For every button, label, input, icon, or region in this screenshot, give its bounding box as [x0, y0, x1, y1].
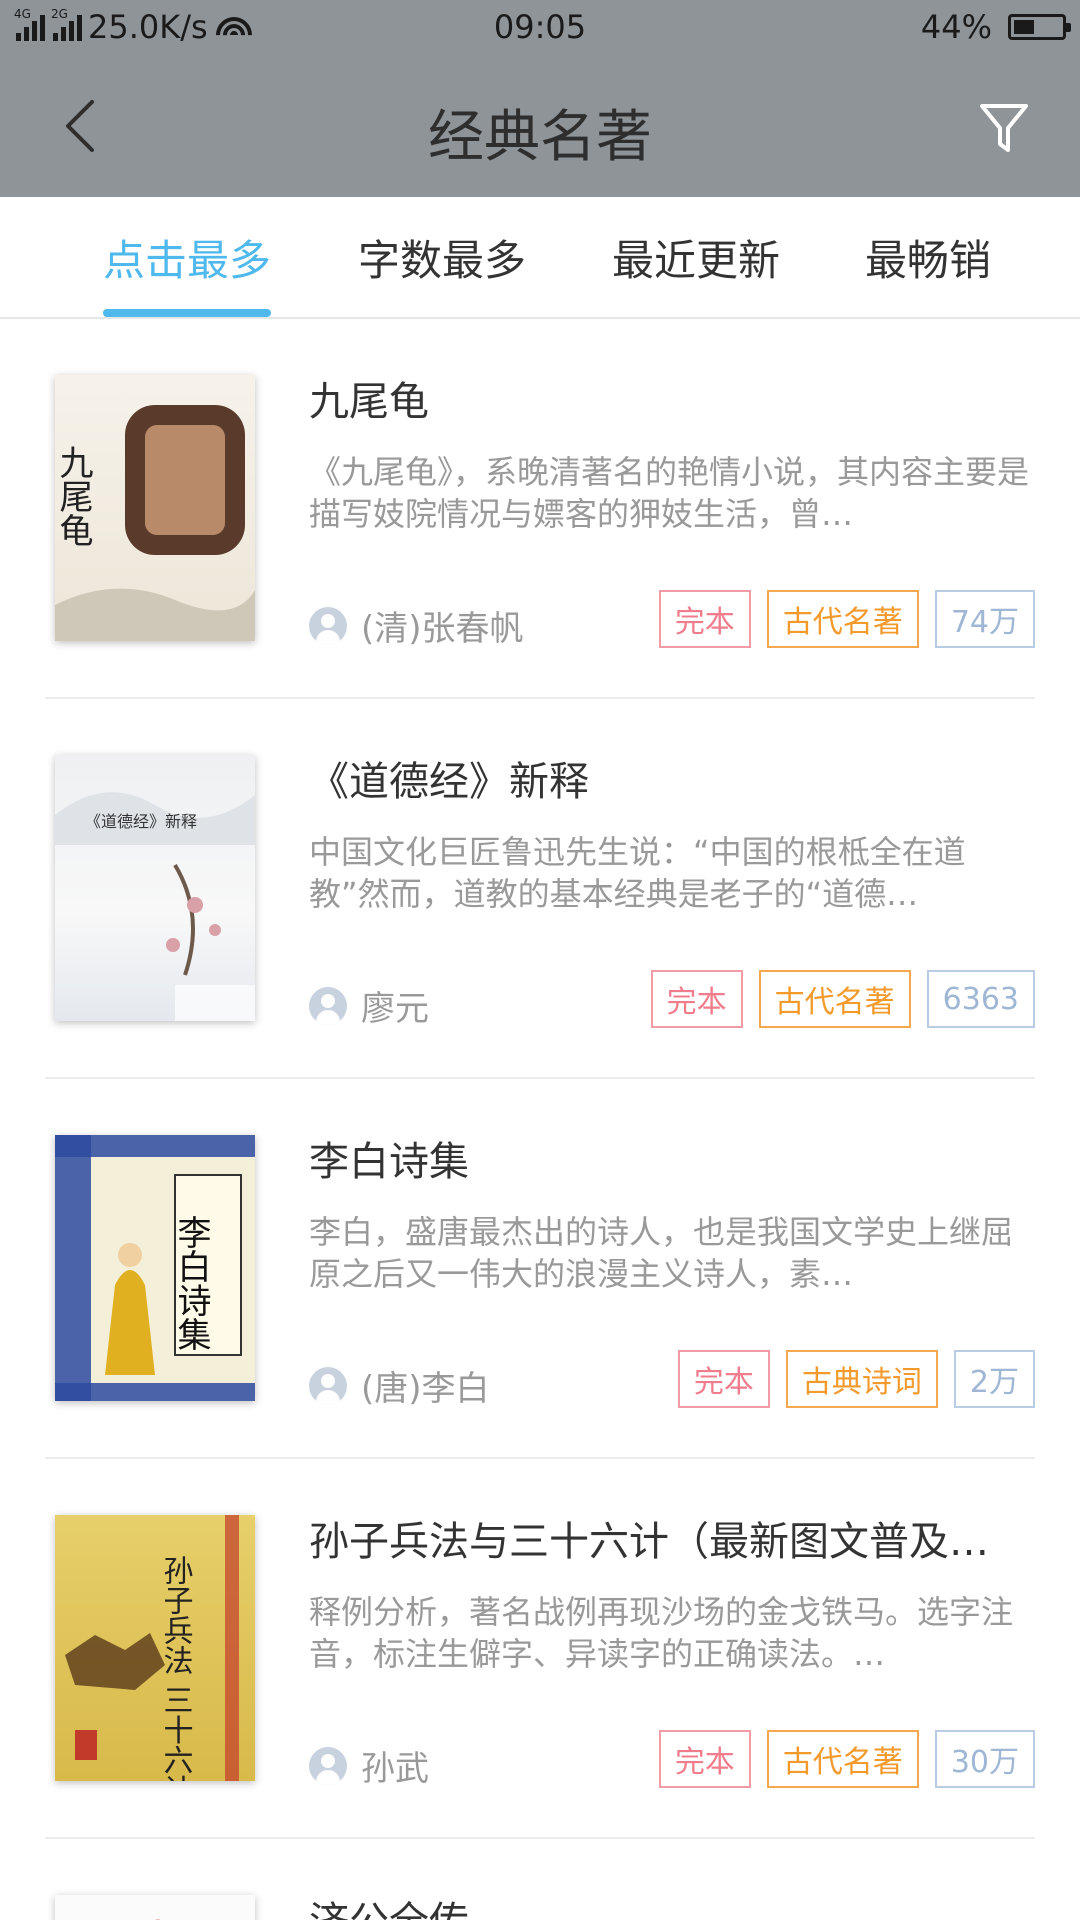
list-item[interactable]: 济公全传 [45, 1839, 1035, 1920]
battery-percent: 44% [920, 8, 992, 46]
book-cover: 孙子兵法 三十六计 [55, 1515, 255, 1781]
filter-icon [980, 104, 1028, 152]
cover-art [156, 1919, 162, 1920]
author-name: (清)张春帆 [361, 609, 524, 649]
book-tags: 完本 古代名著 30万 [658, 1730, 1035, 1788]
book-title: 孙子兵法与三十六计（最新图文普及… [309, 1519, 989, 1565]
page-title: 经典名著 [428, 105, 652, 170]
author-avatar-icon [309, 1746, 347, 1785]
book-title: 济公全传 [309, 1889, 1039, 1920]
book-description: 李白，盛唐最杰出的诗人，也是我国文学史上继屈原之后又一伟大的浪漫主义诗人，素… [309, 1213, 1014, 1293]
book-author: 孙武 [309, 1741, 429, 1790]
book-tags: 完本 古典诗词 2万 [677, 1350, 1035, 1408]
word-count-tag: 30万 [934, 1730, 1035, 1788]
status-tag: 完本 [658, 590, 751, 648]
book-tags: 完本 古代名著 6363 [650, 970, 1035, 1028]
status-tag: 完本 [677, 1350, 770, 1408]
book-list: 九尾龟 九尾龟 《九尾龟》，系晚清著名的艳情小说，其内容主要是描写妓院情况与嫖客… [0, 319, 1080, 1920]
book-tags: 完本 古代名著 74万 [658, 590, 1035, 648]
tab-recently-updated[interactable]: 最近更新 [612, 197, 780, 317]
book-description: 释例分析，著名战例再现沙场的金戈铁马。选字注音，标注生僻字、异读字的正确读法。… [309, 1593, 1014, 1673]
book-title: 李白诗集 [309, 1139, 469, 1185]
cover-title: 《道德经》新释 [85, 812, 197, 831]
status-tag: 完本 [658, 1730, 751, 1788]
book-cover [55, 1895, 255, 1920]
sort-tabs: 点击最多 字数最多 最近更新 最畅销 [0, 197, 1080, 319]
cover-art: 孙子兵法 三十六计 [65, 1515, 239, 1781]
category-tag: 古代名著 [758, 970, 911, 1028]
clock: 09:05 [493, 8, 587, 46]
app-header: 经典名著 [0, 56, 1080, 197]
list-item[interactable]: 九尾龟 九尾龟 《九尾龟》，系晚清著名的艳情小说，其内容主要是描写妓院情况与嫖客… [45, 319, 1035, 699]
category-tag: 古代名著 [766, 1730, 919, 1788]
cover-title: 孙子兵法 三十六计 [158, 1555, 193, 1781]
status-bar: 4G 2G 25.0K/s 09:05 44% [0, 0, 1080, 56]
book-author: (清)张春帆 [309, 601, 524, 650]
cover-art: 九尾龟 [55, 405, 255, 641]
book-description: 中国文化巨匠鲁迅先生说：“中国的根柢全在道教”然而，道教的基本经典是老子的“道德… [309, 833, 966, 913]
status-tag: 完本 [650, 970, 743, 1028]
category-tag: 古代名著 [766, 590, 919, 648]
cover-art: 李白诗集 [55, 1135, 255, 1401]
author-avatar-icon [309, 1366, 347, 1405]
tab-label: 最畅销 [864, 235, 991, 285]
book-title: 九尾龟 [309, 379, 429, 425]
category-tag: 古典诗词 [785, 1350, 938, 1408]
word-count-tag: 2万 [953, 1350, 1035, 1408]
book-author: 廖元 [309, 981, 429, 1030]
tab-label: 点击最多 [103, 235, 272, 285]
book-description: 《九尾龟》，系晚清著名的艳情小说，其内容主要是描写妓院情况与嫖客的狎妓生活，曾… [309, 453, 1030, 533]
battery-icon [1008, 14, 1071, 40]
author-name: (唐)李白 [361, 1369, 490, 1409]
tab-label: 最近更新 [612, 235, 781, 285]
tab-best-selling[interactable]: 最畅销 [864, 197, 992, 317]
filter-button[interactable] [964, 88, 1044, 168]
author-name: 孙武 [361, 1749, 429, 1789]
book-author: (唐)李白 [309, 1361, 490, 1410]
list-item[interactable]: 孙子兵法 三十六计 孙子兵法与三十六计（最新图文普及… 释例分析，著名战例再现沙… [45, 1459, 1035, 1839]
word-count-tag: 6363 [926, 970, 1035, 1028]
book-cover: 李白诗集 [55, 1135, 255, 1401]
word-count-tag: 74万 [934, 590, 1035, 648]
status-right: 44% [920, 8, 1071, 46]
cover-title: 九尾龟 [55, 445, 93, 547]
book-cover: 《道德经》新释 [55, 755, 255, 1021]
author-avatar-icon [309, 986, 347, 1025]
cover-title: 李白诗集 [171, 1215, 211, 1351]
author-name: 廖元 [361, 989, 429, 1029]
cover-art: 《道德经》新释 [55, 792, 255, 1021]
book-cover: 九尾龟 [55, 375, 255, 641]
list-item[interactable]: 李白诗集 李白诗集 李白，盛唐最杰出的诗人，也是我国文学史上继屈原之后又一伟大的… [45, 1079, 1035, 1459]
tab-most-clicked[interactable]: 点击最多 [103, 197, 271, 317]
author-avatar-icon [309, 606, 347, 645]
tab-most-words[interactable]: 字数最多 [358, 197, 526, 317]
book-title: 《道德经》新释 [309, 759, 589, 805]
list-item[interactable]: 《道德经》新释 《道德经》新释 中国文化巨匠鲁迅先生说：“中国的根柢全在道教”然… [45, 699, 1035, 1079]
tab-label: 字数最多 [358, 235, 527, 285]
